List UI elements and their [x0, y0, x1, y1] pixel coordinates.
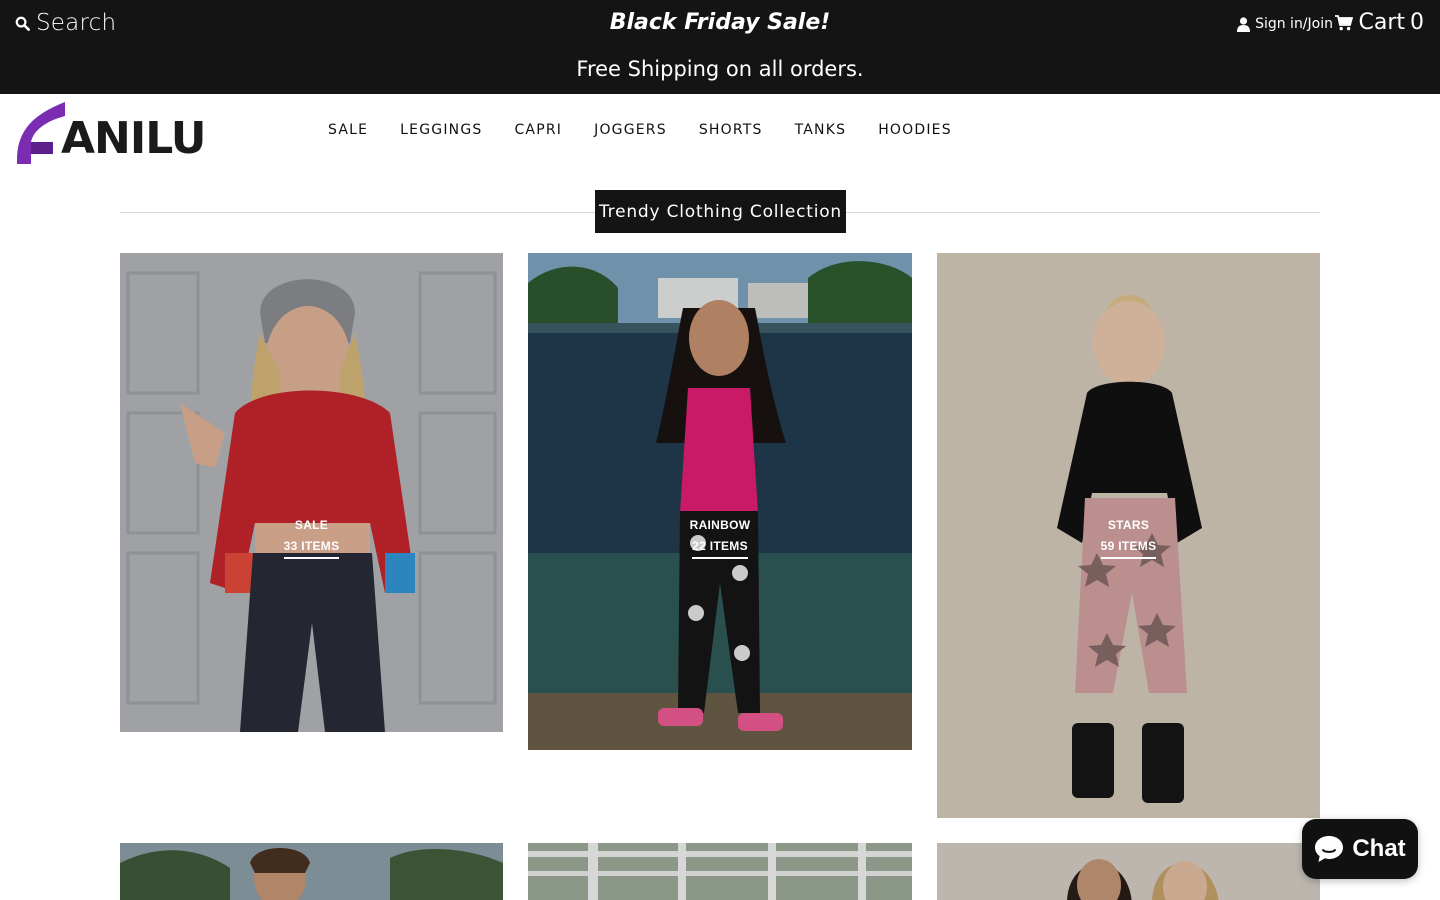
logo-text: ANILU [61, 112, 206, 164]
collection-name: STARS [1107, 518, 1150, 532]
image-overlay [937, 843, 1320, 900]
collection-card[interactable] [937, 843, 1320, 900]
brand-logo[interactable]: ANILU [15, 100, 207, 166]
image-overlay [120, 253, 503, 732]
announcement-bar: Search Black Friday Sale! Free Shipping … [0, 0, 1440, 94]
collection-card-sale[interactable]: SALE 33 ITEMS [120, 253, 503, 732]
nav-item-leggings[interactable]: LEGGINGS [384, 122, 498, 138]
collection-caption: RAINBOW 22 ITEMS [528, 516, 912, 559]
collection-caption: STARS 59 ITEMS [937, 516, 1320, 559]
user-icon [1237, 16, 1251, 32]
sign-in-label: Sign in/Join [1255, 16, 1333, 32]
nav-item-capri[interactable]: CAPRI [498, 122, 578, 138]
chat-label: Chat [1352, 835, 1406, 862]
image-overlay [528, 843, 912, 900]
collection-card-rainbow[interactable]: RAINBOW 22 ITEMS [528, 253, 912, 750]
image-overlay [528, 253, 912, 750]
promo-subtitle: Free Shipping on all orders. [576, 57, 864, 81]
collection-count: 22 ITEMS [692, 537, 748, 559]
nav-item-hoodies[interactable]: HOODIES [862, 122, 968, 138]
chat-button[interactable]: Chat [1302, 819, 1418, 879]
chat-bubble-icon [1315, 836, 1344, 862]
collection-card[interactable] [120, 843, 503, 900]
promo-title: Black Friday Sale! [609, 10, 831, 35]
collection-name: RAINBOW [689, 518, 751, 532]
logo-mark [15, 102, 67, 164]
nav-item-sale[interactable]: SALE [312, 122, 384, 138]
nav-item-joggers[interactable]: JOGGERS [578, 122, 683, 138]
collection-count: 59 ITEMS [1100, 537, 1157, 559]
image-overlay [120, 843, 503, 900]
collection-count: 33 ITEMS [283, 537, 340, 559]
main-navigation: SALE LEGGINGS CAPRI JOGGERS SHORTS TANKS… [312, 122, 968, 138]
collection-card-stars[interactable]: STARS 59 ITEMS [937, 253, 1320, 818]
cart-link[interactable]: Cart 0 [1335, 10, 1424, 35]
nav-item-tanks[interactable]: TANKS [779, 122, 863, 138]
cart-label: Cart [1358, 10, 1405, 35]
cart-icon [1335, 14, 1354, 30]
cart-count: 0 [1410, 10, 1424, 35]
sign-in-link[interactable]: Sign in/Join [1237, 16, 1333, 32]
collection-card[interactable] [528, 843, 912, 900]
collection-name: SALE [294, 518, 329, 532]
collection-caption: SALE 33 ITEMS [120, 516, 503, 559]
section-title: Trendy Clothing Collection [595, 190, 846, 233]
nav-item-shorts[interactable]: SHORTS [683, 122, 779, 138]
